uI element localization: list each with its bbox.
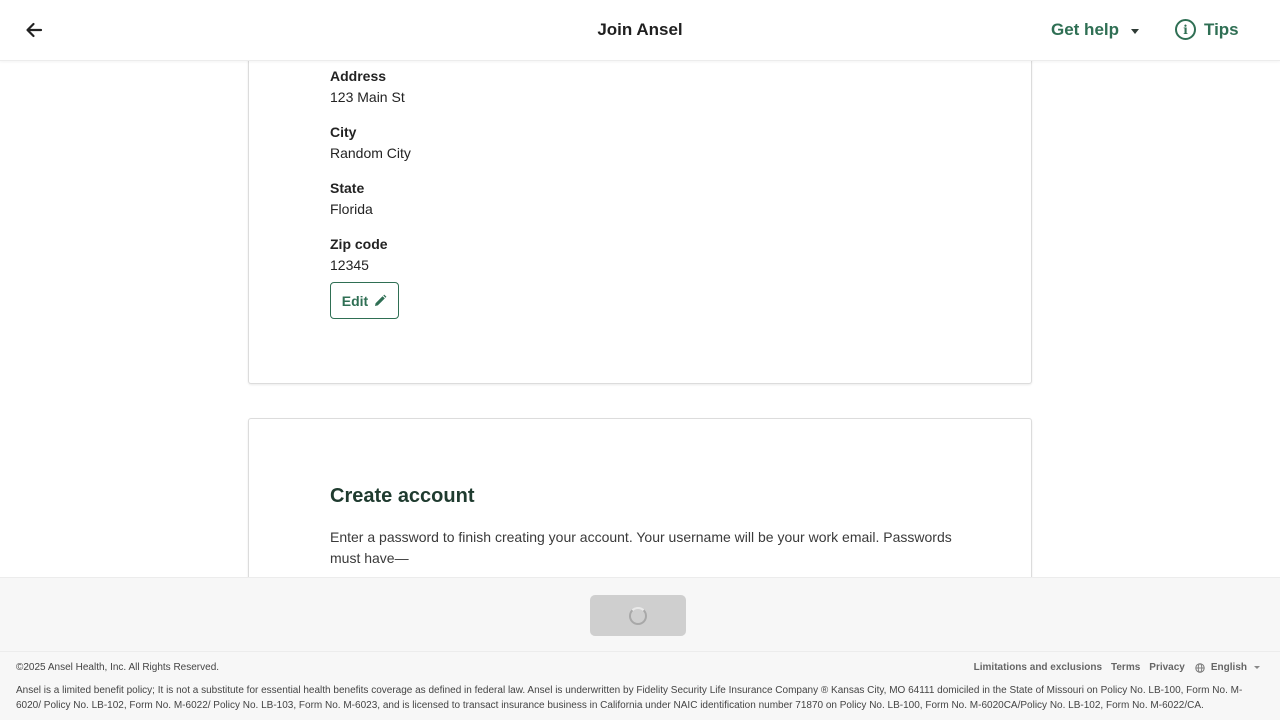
footer: ©2025 Ansel Health, Inc. All Rights Rese… (0, 652, 1280, 720)
globe-icon (1195, 662, 1205, 673)
limitations-link[interactable]: Limitations and exclusions (974, 662, 1102, 673)
back-button[interactable] (22, 18, 46, 42)
field-label: Address (330, 68, 387, 84)
info-icon: i (1175, 19, 1196, 40)
tips-button[interactable]: i Tips (1175, 19, 1239, 40)
create-account-title: Create account (330, 485, 475, 507)
top-header: Join Ansel Get help i Tips (0, 0, 1280, 61)
address-field: Address 123 Main St (330, 68, 405, 105)
get-help-dropdown[interactable]: Get help (1051, 20, 1140, 40)
zip-code-field: Zip code 12345 (330, 236, 388, 273)
create-account-card: Create account Enter a password to finis… (248, 418, 1032, 577)
field-value: 12345 (330, 257, 369, 273)
get-help-label: Get help (1051, 20, 1120, 39)
create-account-description: Enter a password to finish creating your… (330, 529, 952, 566)
address-card: Address 123 Main St City Random City Sta… (248, 61, 1032, 384)
main-content[interactable]: Address 123 Main St City Random City Sta… (0, 61, 1280, 577)
language-label: English (1210, 662, 1247, 673)
arrow-left-icon (26, 22, 43, 38)
field-value: Florida (330, 201, 373, 217)
field-label: Zip code (330, 236, 388, 252)
continue-button[interactable] (590, 595, 686, 636)
copyright: ©2025 Ansel Health, Inc. All Rights Rese… (16, 662, 220, 673)
tips-label: Tips (1204, 19, 1239, 39)
state-field: State Florida (330, 180, 373, 217)
city-field: City Random City (330, 124, 411, 161)
pencil-icon (375, 294, 387, 306)
chevron-down-icon (1254, 666, 1260, 669)
field-value: 123 Main St (330, 89, 405, 105)
edit-address-button[interactable]: Edit (330, 282, 399, 319)
field-label: State (330, 180, 365, 196)
chevron-down-icon (1131, 28, 1140, 34)
footer-links: Limitations and exclusions Terms Privacy… (965, 662, 1260, 673)
spinner-icon (629, 606, 647, 625)
edit-label: Edit (341, 292, 369, 309)
action-bar (0, 577, 1280, 652)
field-label: City (330, 124, 357, 140)
language-selector[interactable]: English (1195, 662, 1260, 673)
privacy-link[interactable]: Privacy (1149, 662, 1185, 673)
terms-link[interactable]: Terms (1111, 662, 1140, 673)
legal-disclaimer: Ansel is a limited benefit policy; It is… (16, 685, 1243, 711)
field-value: Random City (330, 145, 411, 161)
